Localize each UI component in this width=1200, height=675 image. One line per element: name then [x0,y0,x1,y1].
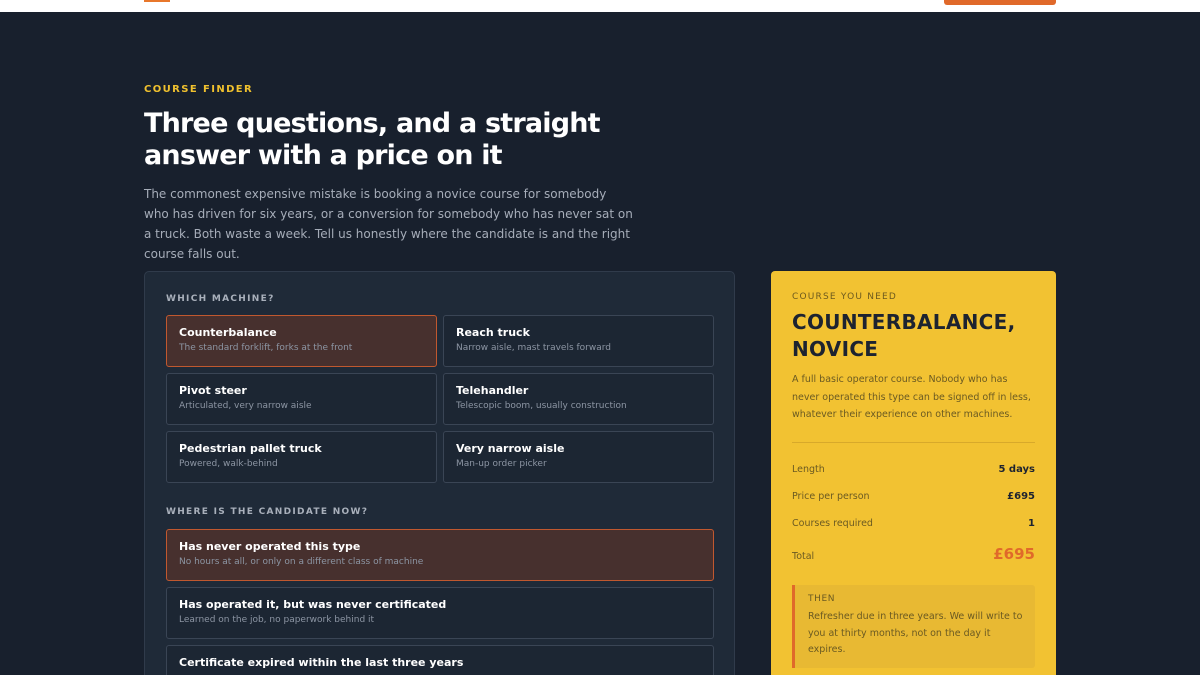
result-divider [792,442,1035,443]
candidate-options: Has never operated this type No hours at… [166,529,714,675]
result-row-total: Total £695 [792,545,1035,563]
row-key: Length [792,464,825,475]
option-subtitle: Learned on the job, no paperwork behind … [179,615,375,625]
intro-paragraph: The commonest expensive mistake is booki… [144,187,633,261]
section-eyebrow: COURSE FINDER [144,84,254,95]
option-subtitle: Articulated, very narrow aisle [179,401,312,411]
then-label: THEN [808,594,836,604]
machine-option-pedestrian-pallet-truck[interactable]: Pedestrian pallet truck Powered, walk-be… [166,431,437,483]
machine-option-telehandler[interactable]: Telehandler Telescopic boom, usually con… [443,373,714,425]
result-row-courses-required: Courses required 1 [792,518,1035,529]
option-title: Pedestrian pallet truck [179,442,322,455]
option-subtitle: Man-up order picker [456,459,547,469]
machine-option-very-narrow-aisle[interactable]: Very narrow aisle Man-up order picker [443,431,714,483]
page-title: Three questions, and a straight answer w… [144,108,601,171]
result-eyebrow: COURSE YOU NEED [792,292,898,302]
candidate-question-label: WHERE IS THE CANDIDATE NOW? [166,507,369,517]
machine-options: Counterbalance The standard forklift, fo… [166,315,714,483]
candidate-option-never-operated[interactable]: Has never operated this type No hours at… [166,529,714,581]
option-subtitle: Telescopic boom, usually construction [456,401,627,411]
course-result-panel: COURSE YOU NEED COUNTERBALANCE, NOVICE A… [771,271,1056,675]
row-key: Total [792,551,815,562]
option-title: Reach truck [456,326,530,339]
top-navigation-bar [0,0,1200,12]
option-title: Pivot steer [179,384,247,397]
option-subtitle: The standard forklift, forks at the fron… [179,343,353,353]
option-title: Telehandler [456,384,529,397]
result-row-price-per-person: Price per person £695 [792,491,1035,502]
course-finder-panel: WHICH MACHINE? Counterbalance The standa… [144,271,735,675]
option-title: Has never operated this type [179,540,361,553]
result-row-length: Length 5 days [792,464,1035,475]
row-key: Price per person [792,491,870,502]
result-course-title: COUNTERBALANCE, NOVICE [792,310,1016,361]
then-text: Refresher due in three years. We will wr… [808,611,1023,655]
header-cta-button[interactable] [944,0,1056,5]
option-title: Has operated it, but was never certifica… [179,598,447,611]
option-title: Counterbalance [179,326,277,339]
row-value: 1 [1028,518,1035,529]
machine-option-counterbalance[interactable]: Counterbalance The standard forklift, fo… [166,315,437,367]
option-title: Very narrow aisle [456,442,565,455]
candidate-option-never-certificated[interactable]: Has operated it, but was never certifica… [166,587,714,639]
result-description: A full basic operator course. Nobody who… [792,374,1031,420]
option-subtitle: No hours at all, or only on a different … [179,557,424,567]
machine-question-label: WHICH MACHINE? [166,294,275,304]
option-subtitle: Powered, walk-behind [179,459,278,469]
machine-option-pivot-steer[interactable]: Pivot steer Articulated, very narrow ais… [166,373,437,425]
option-title: Certificate expired within the last thre… [179,656,464,669]
row-value: 5 days [998,464,1035,475]
total-price: £695 [993,545,1035,563]
candidate-option-certificate-expired[interactable]: Certificate expired within the last thre… [166,645,714,675]
row-key: Courses required [792,518,873,529]
then-callout: THEN Refresher due in three years. We wi… [792,585,1035,668]
machine-option-reach-truck[interactable]: Reach truck Narrow aisle, mast travels f… [443,315,714,367]
option-subtitle: Narrow aisle, mast travels forward [456,343,612,353]
logo-icon[interactable] [144,0,170,2]
row-value: £695 [1007,491,1035,502]
